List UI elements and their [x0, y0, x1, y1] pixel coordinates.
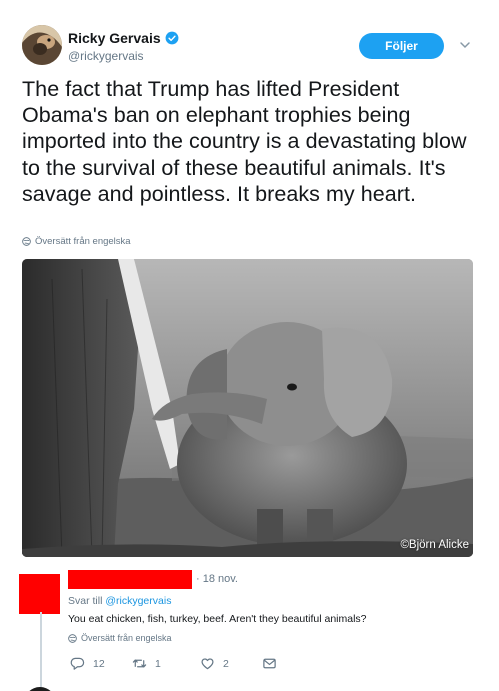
- thread-line: [40, 612, 42, 688]
- tweet-text: The fact that Trump has lifted President…: [22, 77, 467, 206]
- like-icon: [201, 658, 214, 670]
- reply-icon: [70, 657, 85, 670]
- reply-action[interactable]: 12: [70, 656, 105, 671]
- translate-label[interactable]: Översätt från engelska: [35, 236, 131, 247]
- like-count: 2: [223, 657, 229, 670]
- reply-text: You eat chicken, fish, turkey, beef. Are…: [68, 613, 367, 625]
- photo-credit: ©Björn Alicke: [400, 539, 469, 551]
- reply-actions: 12 1 2: [70, 656, 290, 672]
- chevron-down-icon[interactable]: [458, 38, 472, 52]
- globe-icon: [68, 633, 77, 643]
- next-avatar: [24, 687, 56, 691]
- redacted-avatar: [19, 574, 60, 614]
- reply-to-mention[interactable]: @rickygervais: [105, 595, 171, 607]
- author-name[interactable]: Ricky Gervais: [68, 30, 179, 46]
- message-action[interactable]: [262, 656, 277, 671]
- author-handle[interactable]: @rickygervais: [68, 49, 144, 63]
- reply-translate-label[interactable]: Översätt från engelska: [81, 633, 172, 643]
- reply-to-line: Svar till @rickygervais: [68, 595, 171, 607]
- reply-date[interactable]: · 18 nov.: [196, 573, 238, 585]
- verified-badge-icon: [165, 31, 179, 45]
- reply-translate-link[interactable]: Översätt från engelska: [68, 633, 172, 643]
- retweet-action[interactable]: 1: [132, 656, 161, 671]
- author-avatar[interactable]: [22, 25, 62, 65]
- message-icon: [263, 658, 276, 669]
- like-action[interactable]: 2: [200, 656, 229, 671]
- follow-button[interactable]: Följer: [359, 33, 444, 59]
- reply-count: 12: [93, 657, 105, 670]
- retweet-icon: [132, 659, 147, 668]
- redacted-name: [68, 570, 192, 589]
- next-tweet-peek: [0, 683, 499, 691]
- author-name-text[interactable]: Ricky Gervais: [68, 30, 161, 46]
- globe-icon: [22, 237, 31, 246]
- reply-to-prefix: Svar till: [68, 595, 103, 607]
- reply-tweet: · 18 nov. Svar till @rickygervais You ea…: [0, 560, 499, 691]
- tweet-photo[interactable]: ©Björn Alicke: [22, 259, 473, 557]
- elephant-photo: [22, 259, 473, 557]
- retweet-count: 1: [155, 657, 161, 670]
- translate-link[interactable]: Översätt från engelska: [22, 236, 131, 247]
